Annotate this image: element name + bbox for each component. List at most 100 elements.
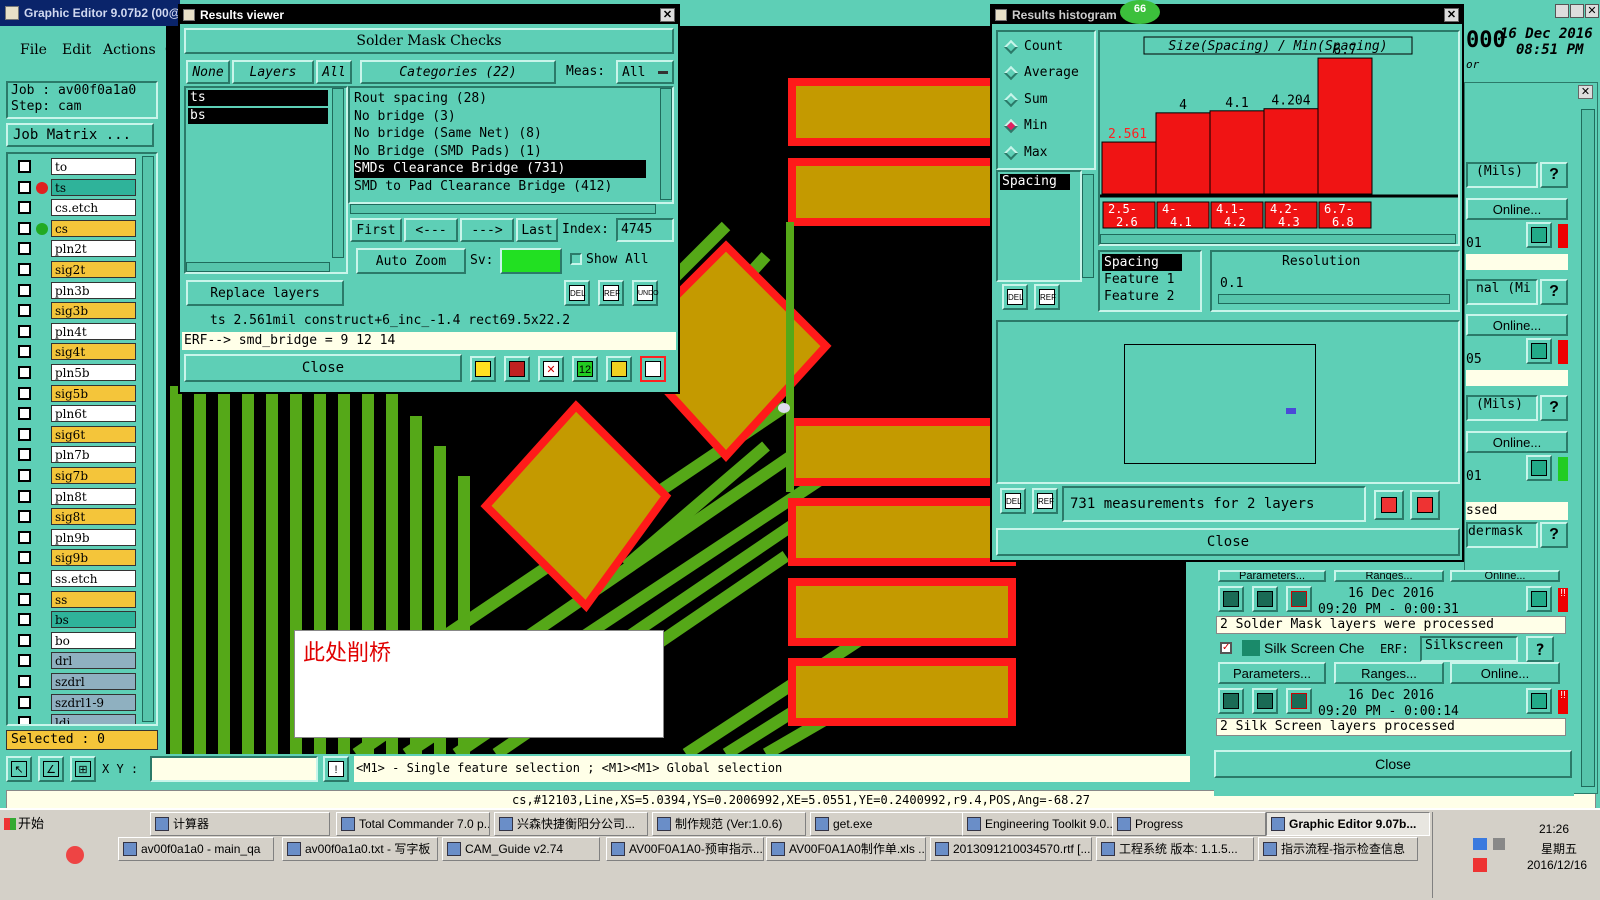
list-item[interactable]: Spacing — [1000, 174, 1070, 190]
help-button[interactable]: ? — [1540, 522, 1568, 548]
ref-icon[interactable]: REF — [1034, 284, 1060, 310]
layer-checkbox[interactable] — [18, 304, 31, 318]
layer-checkbox[interactable] — [18, 283, 31, 297]
view-results-icon[interactable] — [1526, 338, 1552, 364]
layer-row[interactable]: sig5b — [18, 384, 136, 402]
close-icon[interactable]: ✕ — [1444, 8, 1459, 22]
layers-button[interactable]: Layers — [232, 60, 314, 84]
layer-row[interactable]: ss — [18, 590, 136, 608]
parameters-button[interactable]: Parameters... — [1218, 570, 1326, 582]
first-button[interactable]: First — [350, 218, 402, 242]
tool-select-icon[interactable]: ↖ — [6, 756, 32, 782]
layer-checkbox[interactable] — [18, 427, 31, 441]
minimize-icon[interactable] — [1555, 4, 1569, 18]
all-layers-button[interactable]: All — [316, 60, 352, 84]
layer-checkbox[interactable] — [18, 180, 31, 194]
layer-checkbox[interactable] — [18, 613, 31, 627]
run-all-icon[interactable] — [1252, 586, 1278, 612]
zoom-out-icon[interactable] — [1410, 490, 1440, 520]
ranges-button[interactable]: Ranges... — [1334, 570, 1444, 582]
layer-row[interactable]: pln3b — [18, 281, 136, 299]
view-results-icon[interactable] — [1526, 688, 1552, 714]
resolution-slider[interactable] — [1218, 294, 1450, 304]
chart-hscroll[interactable] — [1100, 234, 1456, 244]
taskbar-button[interactable]: AV00F0A1A0-预审指示... — [606, 837, 764, 861]
layer-checkbox[interactable] — [18, 551, 31, 565]
last-button[interactable]: Last — [516, 218, 558, 242]
category-item[interactable]: No bridge (3) — [354, 108, 672, 126]
close-icon[interactable]: ✕ — [1578, 85, 1593, 99]
histogram-close-button[interactable]: Close — [996, 528, 1460, 556]
online-button[interactable]: Online... — [1450, 662, 1560, 684]
run-all-icon[interactable] — [1252, 688, 1278, 714]
category-item[interactable]: No Bridge (SMD Pads) (1) — [354, 143, 672, 161]
taskbar-button[interactable]: Total Commander 7.0 p... — [336, 812, 490, 836]
layer-row[interactable]: pln2t — [18, 240, 136, 258]
layer-checkbox[interactable] — [18, 201, 31, 215]
sv-color-select[interactable] — [500, 248, 562, 274]
online-button[interactable]: Online... — [1466, 198, 1568, 220]
online-button[interactable]: Online... — [1466, 314, 1568, 336]
run-icon[interactable] — [1218, 688, 1244, 714]
layer-checkbox[interactable] — [18, 716, 31, 724]
qa-vscroll[interactable] — [1581, 109, 1595, 787]
layer-checkbox[interactable] — [18, 242, 31, 256]
report-icon[interactable] — [606, 356, 632, 382]
layer-row[interactable]: sig8t — [18, 508, 136, 526]
histogram-bar[interactable] — [1317, 57, 1373, 195]
taskbar-button[interactable]: 工程系统 版本: 1.1.5... — [1096, 837, 1254, 861]
layer-checkbox[interactable] — [18, 160, 31, 173]
layer-row[interactable]: sig6t — [18, 425, 136, 443]
categories-button[interactable]: Categories (22) — [360, 60, 556, 84]
meas-select[interactable]: All — [616, 60, 674, 84]
help-button[interactable]: ? — [1540, 162, 1568, 188]
histogram-option[interactable]: Min — [1003, 117, 1047, 135]
taskbar-button[interactable]: Graphic Editor 9.07b... — [1266, 812, 1430, 836]
menu-file[interactable]: File — [20, 42, 47, 58]
layer-checkbox[interactable] — [18, 386, 31, 400]
none-button[interactable]: None — [186, 60, 230, 84]
layer-row[interactable]: sig3b — [18, 302, 136, 320]
category-item[interactable]: SMDs Clearance Bridge (731) — [354, 160, 646, 178]
info-icon[interactable]: ! — [323, 756, 349, 782]
layer-checkbox[interactable] — [18, 345, 31, 359]
layer-row[interactable]: bo — [18, 631, 136, 649]
category-item[interactable]: Rout spacing (28) — [354, 90, 672, 108]
list-item[interactable]: Feature 2 — [1102, 288, 1198, 305]
qa-erf-field[interactable]: (Mils) — [1466, 162, 1538, 188]
list-item[interactable]: Spacing — [1102, 254, 1182, 271]
layer-checkbox[interactable] — [18, 572, 31, 585]
qa-erf-field[interactable]: nal (Mi — [1466, 279, 1538, 305]
view-results-icon[interactable] — [1526, 455, 1552, 481]
ref-icon[interactable]: REF — [1032, 488, 1058, 514]
menu-actions[interactable]: Actions — [103, 42, 156, 58]
layer-row[interactable]: pln8t — [18, 487, 136, 505]
zoom-in-icon[interactable] — [1374, 490, 1404, 520]
taskbar-button[interactable]: av00f0a1a0.txt - 写字板 — [282, 837, 438, 861]
replace-layers-button[interactable]: Replace layers — [186, 280, 344, 306]
layer-checkbox[interactable] — [18, 489, 31, 503]
layer-checkbox[interactable] — [18, 592, 31, 606]
histogram-option[interactable]: Sum — [1003, 91, 1047, 109]
layer-checkbox[interactable] — [18, 510, 31, 524]
layer-row[interactable]: sig4t — [18, 343, 136, 361]
layer-checkbox[interactable] — [18, 633, 31, 647]
layer-row[interactable]: to — [18, 158, 136, 175]
feature-list[interactable]: Spacing Feature 1 Feature 2 — [1098, 250, 1202, 312]
list-item[interactable]: bs — [188, 108, 328, 124]
taskbar-button[interactable]: 指示流程-指示检查信息 — [1258, 837, 1418, 861]
view-results-icon[interactable] — [1526, 586, 1552, 612]
layer-row[interactable]: cs.etch — [18, 199, 136, 217]
layer-results-hscroll[interactable] — [186, 262, 330, 272]
stop-icon[interactable] — [1286, 586, 1312, 612]
tool-grid-icon[interactable]: ⊞ — [70, 756, 96, 782]
layer-results-list[interactable]: ts bs — [184, 86, 348, 274]
layer-row[interactable]: pln6t — [18, 405, 136, 423]
exit-icon[interactable] — [504, 356, 530, 382]
flag-icon[interactable] — [470, 356, 496, 382]
help-button[interactable]: ? — [1526, 636, 1554, 662]
taskbar-button[interactable]: 制作规范 (Ver:1.0.6) — [652, 812, 806, 836]
taskbar-button[interactable]: 计算器 — [150, 812, 330, 836]
layer-row[interactable]: szdrl1-9 — [18, 693, 136, 711]
category-vscroll[interactable] — [660, 88, 672, 200]
